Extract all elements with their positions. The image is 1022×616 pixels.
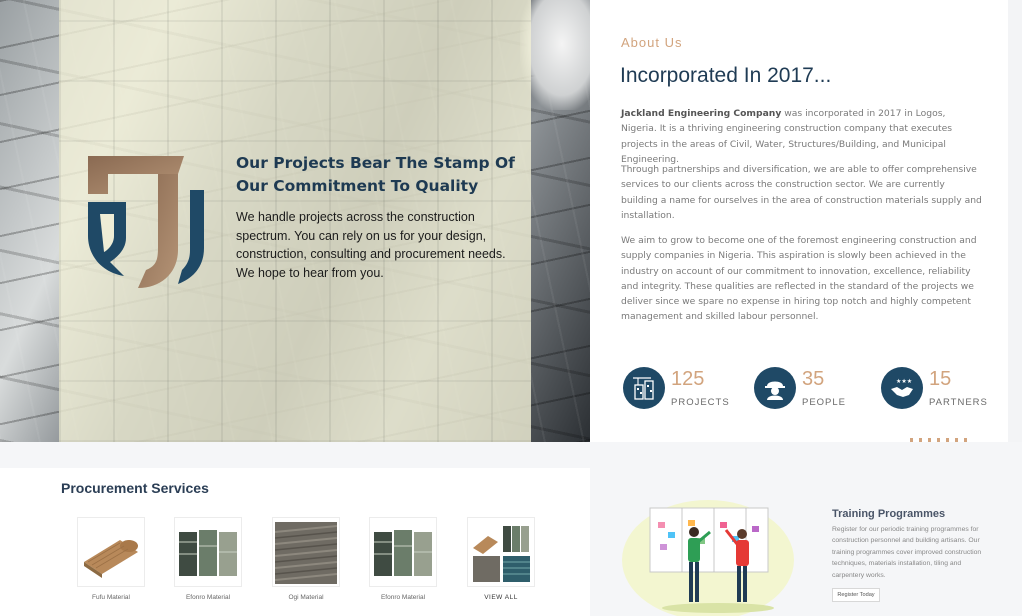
stat-value: 35 (802, 368, 825, 390)
stat-label: PEOPLE (802, 397, 847, 408)
handshake-icon: ★★★ (881, 367, 923, 409)
procurement-title: Procurement Services (61, 480, 209, 496)
svg-text:★★★: ★★★ (896, 378, 912, 385)
company-logo-icon (88, 156, 204, 288)
product-caption: Efonro Material (380, 594, 426, 601)
training-description: Register for our periodic training progr… (832, 526, 982, 579)
product-image-efonro (372, 522, 434, 584)
training-title: Training Programmes (832, 508, 946, 520)
hero-heading: Our Projects Bear The Stamp Of Our Commi… (236, 154, 515, 195)
section-divider (0, 442, 1022, 468)
view-all-link[interactable]: VIEW ALL (461, 594, 541, 601)
training-illustration (622, 500, 794, 616)
about-paragraph-1: Jackland Engineering Company was incorpo… (621, 106, 983, 167)
about-title: Incorporated In 2017... (620, 64, 832, 87)
product-image-efonro (177, 522, 239, 584)
stat-label: PARTNERS (929, 397, 988, 408)
stat-value: 15 (929, 368, 952, 390)
product-caption: Fufu Material (92, 594, 130, 601)
about-paragraph-2: Through partnerships and diversification… (621, 164, 982, 221)
register-button[interactable]: Register Today (832, 588, 880, 602)
about-paragraph-3: We aim to grow to become one of the fore… (621, 235, 977, 323)
about-label: About Us (621, 35, 683, 50)
view-all-card[interactable] (467, 517, 535, 587)
hero-description: We handle projects across the constructi… (236, 210, 506, 280)
product-card[interactable] (369, 517, 437, 587)
product-caption: Efonro Material (185, 594, 231, 601)
product-image-fufu (80, 522, 142, 584)
page-edge-strip (1008, 0, 1022, 442)
product-card[interactable] (77, 517, 145, 587)
stat-value: 125 (671, 368, 705, 390)
worker-helmet-icon (754, 367, 796, 409)
building-crane-icon (623, 367, 665, 409)
product-caption: Ogi Material (288, 594, 324, 601)
company-name: Jackland Engineering Company (621, 108, 782, 119)
product-collage-image (470, 522, 532, 584)
stat-label: PROJECTS (671, 397, 730, 408)
product-image-ogi (275, 522, 337, 584)
product-card[interactable] (174, 517, 242, 587)
product-card[interactable] (272, 517, 340, 587)
